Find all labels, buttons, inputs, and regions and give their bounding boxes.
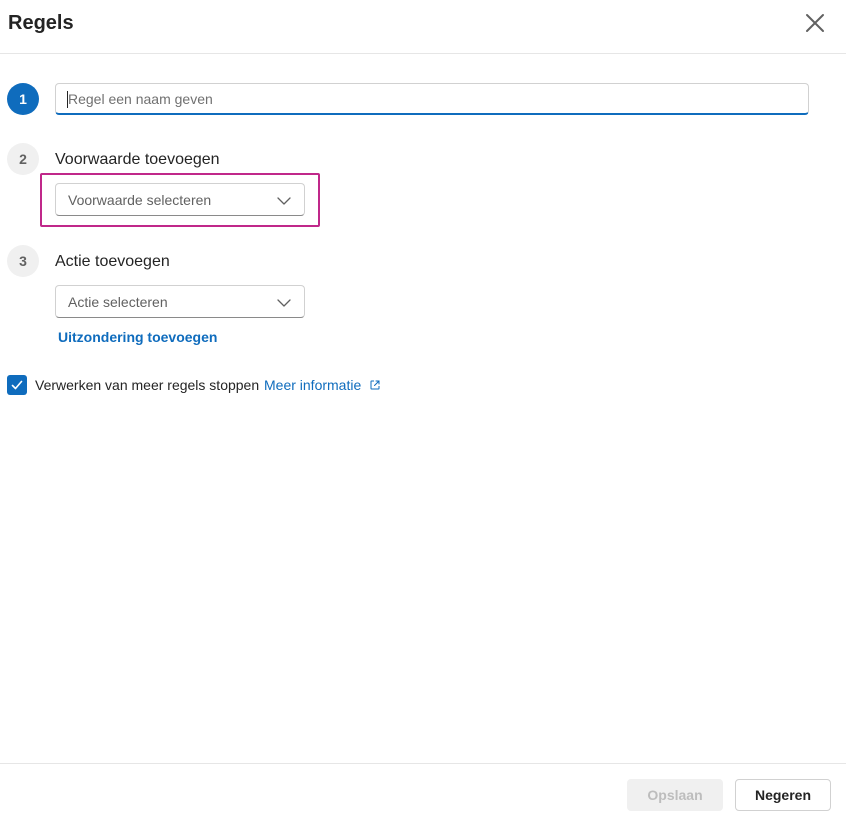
close-icon <box>806 14 824 32</box>
chevron-down-icon <box>277 299 291 307</box>
condition-dropdown-value: Voorwaarde selecteren <box>68 192 212 208</box>
step-2-label: Voorwaarde toevoegen <box>55 151 220 168</box>
stop-processing-label: Verwerken van meer regels stoppen <box>35 377 260 393</box>
ignore-button[interactable]: Negeren <box>735 779 831 811</box>
condition-dropdown[interactable]: Voorwaarde selecteren <box>55 183 305 216</box>
step-3-indicator: 3 <box>7 245 39 277</box>
dialog-title: Regels <box>8 12 74 34</box>
close-button[interactable] <box>800 8 830 38</box>
action-dropdown[interactable]: Actie selecteren <box>55 285 305 318</box>
add-exception-link[interactable]: Uitzondering toevoegen <box>58 329 217 345</box>
save-button[interactable]: Opslaan <box>627 779 723 811</box>
text-caret <box>67 91 68 108</box>
chevron-down-icon <box>277 197 291 205</box>
stop-processing-checkbox[interactable] <box>7 375 27 395</box>
rule-name-input[interactable] <box>55 83 809 115</box>
dialog-header: Regels <box>0 0 846 54</box>
step-2-indicator: 2 <box>7 143 39 175</box>
checkmark-icon <box>11 380 23 390</box>
action-dropdown-value: Actie selecteren <box>68 294 168 310</box>
external-link-icon <box>370 380 380 390</box>
step-3-label: Actie toevoegen <box>55 253 170 270</box>
step-1-indicator: 1 <box>7 83 39 115</box>
more-info-link[interactable]: Meer informatie <box>264 377 361 393</box>
